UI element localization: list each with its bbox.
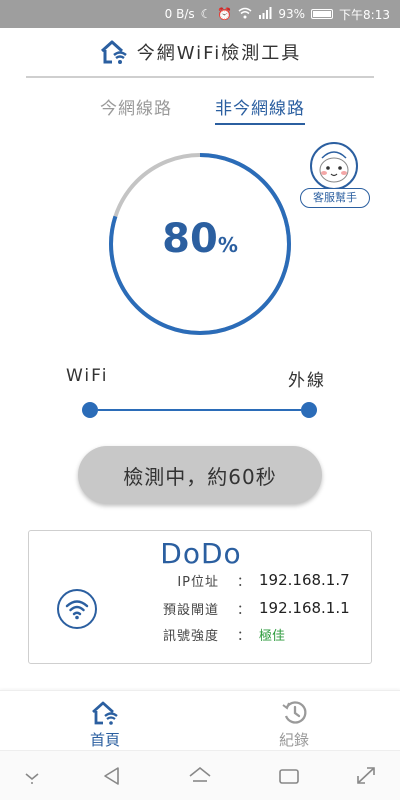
- home-button-icon[interactable]: [188, 765, 212, 787]
- status-bar: 0 B/s ☾ ⏰ 93% 下午8:13: [0, 0, 400, 28]
- mascot-face-icon: [310, 142, 358, 190]
- gateway-colon: ：: [237, 603, 251, 618]
- signal-icon: [258, 7, 272, 21]
- back-icon[interactable]: [100, 765, 124, 787]
- house-wifi-icon: [100, 40, 127, 64]
- header-divider: [26, 76, 374, 78]
- route-wifi-label: WiFi: [66, 366, 109, 386]
- connection-route: WiFi 外線: [0, 360, 400, 430]
- wifi-icon: [57, 589, 97, 629]
- test-status-button[interactable]: 檢測中，約60秒: [78, 446, 322, 504]
- route-line: [98, 409, 301, 411]
- battery-icon: [311, 9, 334, 19]
- gauge-value: 80: [162, 216, 218, 262]
- tab-non-kbro-line[interactable]: 非今網線路: [215, 94, 305, 125]
- gauge-percent: 80%: [108, 216, 292, 262]
- ip-label: IP位址: [177, 575, 219, 590]
- nav-home[interactable]: 首頁: [65, 697, 145, 749]
- nav-home-label: 首頁: [89, 731, 120, 749]
- home-wifi-icon: [92, 701, 118, 725]
- net-speed: 0 B/s: [164, 7, 195, 21]
- ip-colon: ：: [237, 575, 251, 590]
- nav-history-label: 紀錄: [278, 731, 309, 749]
- signal-value: 極佳: [259, 629, 286, 644]
- gateway-row: 預設閘道 ： 192.168.1.1: [129, 599, 359, 621]
- moon-icon: ☾: [200, 7, 212, 21]
- network-ssid: DoDo: [160, 537, 242, 570]
- bottom-nav: 首頁 紀錄: [0, 690, 400, 750]
- route-start-dot: [82, 402, 98, 418]
- route-external-label: 外線: [288, 371, 326, 391]
- alarm-icon: ⏰: [217, 7, 233, 21]
- signal-row: 訊號強度 ： 極佳: [129, 625, 359, 647]
- clock: 下午8:13: [339, 7, 390, 22]
- recent-apps-icon[interactable]: [277, 765, 301, 787]
- hide-keyboard-icon[interactable]: [20, 765, 44, 787]
- gauge-unit: %: [217, 233, 238, 257]
- network-info-card: DoDo IP位址 ： 192.168.1.7 預設閘道 ： 192.168.1…: [28, 530, 372, 664]
- nav-history[interactable]: 紀錄: [254, 697, 334, 749]
- battery-percent: 93%: [278, 7, 306, 21]
- wifi-status-icon: [238, 7, 252, 21]
- progress-gauge: 80%: [108, 152, 292, 336]
- gateway-label: 預設閘道: [162, 603, 219, 618]
- app-title: 今網WiFi檢測工具: [136, 43, 302, 64]
- ip-row: IP位址 ： 192.168.1.7: [129, 571, 359, 593]
- customer-helper-button[interactable]: 客服幫手: [298, 140, 374, 210]
- system-nav-bar: [0, 750, 400, 800]
- line-type-tabs: 今網線路 非今網線路: [0, 90, 400, 126]
- expand-icon[interactable]: [354, 765, 378, 787]
- gateway-value: 192.168.1.1: [259, 599, 350, 617]
- signal-label: 訊號強度: [162, 629, 219, 644]
- history-icon: [282, 701, 307, 724]
- app-header: 今網WiFi檢測工具: [0, 28, 400, 76]
- signal-colon: ：: [237, 629, 251, 644]
- ip-value: 192.168.1.7: [259, 571, 350, 589]
- tab-kbro-line[interactable]: 今網線路: [100, 94, 172, 119]
- route-end-dot: [301, 402, 317, 418]
- helper-label: 客服幫手: [300, 188, 370, 208]
